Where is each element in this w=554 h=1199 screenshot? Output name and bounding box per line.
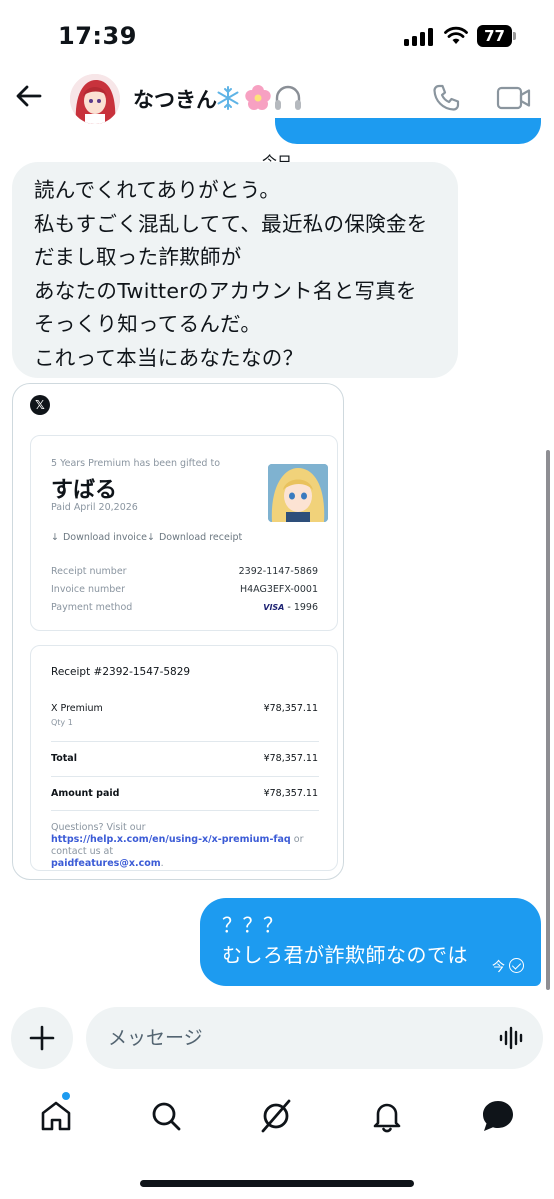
- status-time: 17:39: [58, 22, 137, 50]
- received-message-text: 読んでくれてありがとう。 私もすごく混乱してて、最近私の保険金を だまし取った詐…: [34, 178, 428, 370]
- search-icon[interactable]: [148, 1098, 184, 1134]
- payment-method-label: Payment method: [51, 602, 133, 613]
- voice-message-icon[interactable]: [499, 1025, 525, 1051]
- divider: [51, 776, 319, 777]
- gift-recipient: すばる: [51, 478, 118, 503]
- receipt-footer: Questions? Visit our https://help.x.com/e…: [51, 822, 304, 869]
- notification-dot: [62, 1092, 70, 1100]
- read-receipt-icon: [509, 958, 524, 973]
- sent-message-text: ？？？ むしろ君が詐欺師なのでは: [222, 913, 468, 967]
- receipt-number-label: Receipt number: [51, 566, 127, 577]
- battery-icon: 77: [477, 25, 517, 47]
- receipt-title: Receipt #2392-1547-5829: [51, 666, 191, 678]
- invoice-number-label: Invoice number: [51, 584, 126, 595]
- receipt-details-card: Receipt #2392-1547-5829 X Premium ¥78,35…: [30, 645, 338, 871]
- sent-time: 今: [491, 960, 505, 975]
- gift-summary-card: 5 Years Premium has been gifted to すばる P…: [30, 435, 338, 631]
- message-input[interactable]: [108, 1021, 488, 1055]
- download-arrow-icon: ↓: [147, 532, 155, 543]
- message-composer[interactable]: [86, 1007, 543, 1069]
- total-value: ¥78,357.11: [263, 753, 318, 764]
- bell-icon[interactable]: [369, 1098, 405, 1134]
- receipt-image-attachment[interactable]: 𝕏 5 Years Premium has been gifted to すばる…: [12, 383, 344, 880]
- battery-level: 77: [477, 25, 512, 47]
- signal-icon: [404, 28, 436, 46]
- download-invoice-link[interactable]: ↓ Download invoice: [51, 532, 147, 543]
- add-attachment-button[interactable]: [11, 1007, 73, 1069]
- divider: [51, 810, 319, 811]
- gift-note: 5 Years Premium has been gifted to: [51, 458, 221, 469]
- cherry-blossom-icon: [245, 85, 271, 110]
- home-icon[interactable]: [38, 1098, 74, 1134]
- invoice-number-value: H4AG3EFX-0001: [239, 584, 318, 595]
- total-label: Total: [51, 753, 77, 764]
- visa-logo-icon: VISA: [263, 603, 285, 612]
- status-bar: 17:39 77: [0, 0, 554, 62]
- recipient-avatar: [268, 464, 328, 522]
- phone-icon[interactable]: [430, 82, 462, 114]
- sent-message-meta: 今: [492, 956, 524, 975]
- home-indicator: [140, 1180, 414, 1187]
- avatar[interactable]: [70, 74, 120, 124]
- previous-sent-message: [275, 118, 541, 144]
- payment-method-value: VISA - 1996: [263, 602, 318, 613]
- name-emojis: [217, 85, 301, 110]
- scrollbar[interactable]: [546, 450, 550, 990]
- amount-paid-label: Amount paid: [51, 788, 120, 799]
- support-email-link[interactable]: paidfeatures@x.com: [51, 858, 161, 869]
- item-price: ¥78,357.11: [263, 703, 318, 714]
- sent-message-bubble[interactable]: ？？？ むしろ君が詐欺師なのでは 今: [200, 898, 541, 986]
- receipt-number-value: 2392-1147-5869: [238, 566, 318, 577]
- x-logo-icon: 𝕏: [30, 395, 50, 415]
- messages-icon[interactable]: [480, 1098, 516, 1134]
- faq-link[interactable]: https://help.x.com/en/using-x/x-premium-…: [51, 834, 291, 845]
- item-name: X Premium: [51, 703, 103, 714]
- paid-date: Paid April 20,2026: [51, 502, 138, 513]
- snowflake-icon: [217, 86, 239, 110]
- contact-name[interactable]: なつきん: [133, 84, 217, 114]
- item-qty: Qty 1: [51, 718, 73, 727]
- received-message-bubble[interactable]: 読んでくれてありがとう。 私もすごく混乱してて、最近私の保険金を だまし取った詐…: [12, 162, 458, 378]
- wifi-icon: [444, 26, 468, 44]
- amount-paid-value: ¥78,357.11: [263, 788, 318, 799]
- video-call-icon[interactable]: [496, 82, 532, 114]
- grok-icon[interactable]: [258, 1098, 294, 1134]
- bottom-navigation: [0, 1090, 554, 1150]
- back-arrow-icon[interactable]: [14, 81, 44, 111]
- download-receipt-link[interactable]: ↓ Download receipt: [147, 532, 242, 543]
- plus-icon: [29, 1025, 55, 1051]
- headphones-icon: [275, 85, 301, 110]
- divider: [51, 741, 319, 742]
- download-arrow-icon: ↓: [51, 532, 59, 543]
